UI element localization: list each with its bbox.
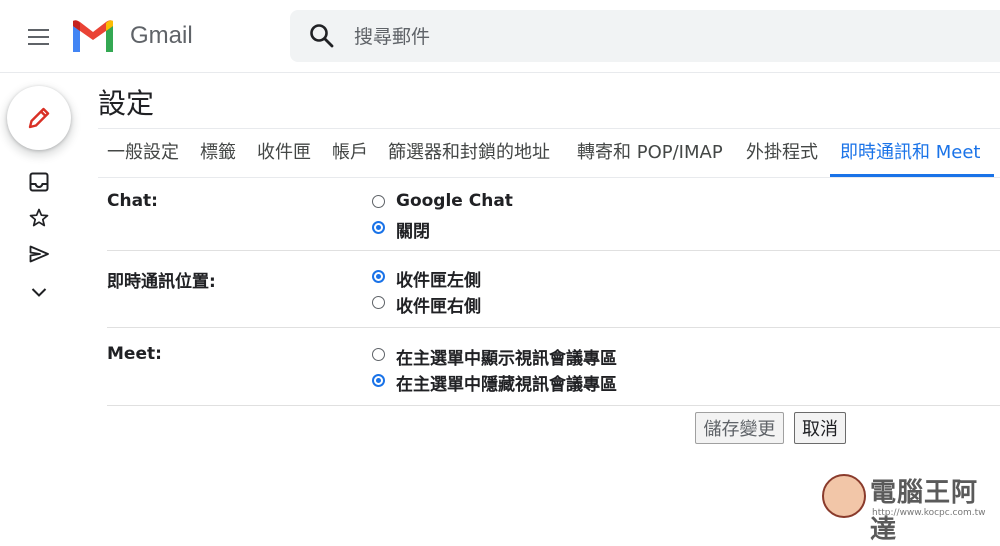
top-bar: Gmail xyxy=(0,0,1000,73)
radio-inbox-right[interactable] xyxy=(372,296,385,309)
page-title: 設定 xyxy=(98,87,155,120)
gmail-wordmark[interactable]: Gmail xyxy=(130,20,193,52)
search-bar[interactable] xyxy=(290,10,1000,62)
option-label: Google Chat xyxy=(396,191,513,211)
tab-inbox[interactable]: 收件匣 xyxy=(257,129,311,176)
watermark-url: http://www.kocpc.com.tw xyxy=(872,508,986,518)
tab-filters[interactable]: 篩選器和封鎖的地址 xyxy=(388,129,550,176)
watermark-mascot-icon xyxy=(822,474,866,518)
radio-meet-show[interactable] xyxy=(372,348,385,361)
save-changes-button[interactable]: 儲存變更 xyxy=(695,412,784,444)
tab-labels[interactable]: 標籤 xyxy=(200,129,236,176)
search-icon[interactable] xyxy=(308,22,336,50)
radio-meet-hide[interactable] xyxy=(372,374,385,387)
compose-button[interactable] xyxy=(7,86,71,150)
watermark: 電腦王阿達 http://www.kocpc.com.tw xyxy=(822,472,1000,545)
option-label: 在主選單中隱藏視訊會議專區 xyxy=(396,375,617,395)
cancel-button[interactable]: 取消 xyxy=(794,412,846,444)
option-label: 在主選單中顯示視訊會議專區 xyxy=(396,349,617,369)
tab-add-ons[interactable]: 外掛程式 xyxy=(746,129,818,176)
star-icon[interactable] xyxy=(28,207,50,229)
option-label: 收件匣左側 xyxy=(396,271,481,291)
tab-forwarding-pop-imap[interactable]: 轉寄和 POP/IMAP xyxy=(577,129,723,176)
tab-accounts[interactable]: 帳戶 xyxy=(332,129,368,176)
option-label: 收件匣右側 xyxy=(396,297,481,317)
settings-row-chat: Chat: Google Chat 關閉 xyxy=(107,177,1000,251)
tab-chat-and-meet[interactable]: 即時通訊和 Meet xyxy=(840,129,980,176)
option-label: 關閉 xyxy=(396,222,430,242)
chat-label: Chat: xyxy=(107,191,158,211)
chat-position-label: 即時通訊位置: xyxy=(107,272,216,292)
settings-row-meet: Meet: 在主選單中顯示視訊會議專區 在主選單中隱藏視訊會議專區 xyxy=(107,328,1000,406)
gmail-logo-icon[interactable] xyxy=(70,18,116,54)
radio-inbox-left[interactable] xyxy=(372,270,385,283)
inbox-icon[interactable] xyxy=(28,171,50,193)
pencil-icon xyxy=(28,107,50,129)
settings-row-chat-position: 即時通訊位置: 收件匣左側 收件匣右側 xyxy=(107,251,1000,328)
send-icon[interactable] xyxy=(28,243,50,265)
chevron-down-icon[interactable] xyxy=(28,281,50,303)
settings-tabs: 一般設定 標籤 收件匣 帳戶 篩選器和封鎖的地址 轉寄和 POP/IMAP 外掛… xyxy=(98,128,1000,178)
tab-general[interactable]: 一般設定 xyxy=(107,129,179,176)
meet-label: Meet: xyxy=(107,344,162,364)
search-input[interactable] xyxy=(352,18,956,56)
radio-google-chat[interactable] xyxy=(372,195,385,208)
menu-icon[interactable] xyxy=(22,20,56,54)
radio-chat-off[interactable] xyxy=(372,221,385,234)
